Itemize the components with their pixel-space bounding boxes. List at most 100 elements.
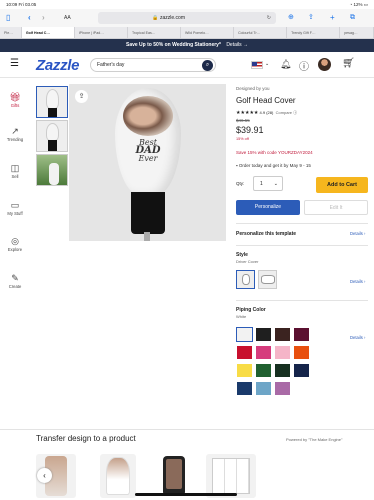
address-bar[interactable]: 🔒 zazzle.com ↻ (98, 12, 276, 24)
color-swatch[interactable] (255, 381, 272, 396)
promo-text: Save Up to 50% on Wedding Stationery* (125, 42, 221, 48)
carousel-prev-button[interactable]: ‹ (37, 468, 52, 483)
product-title: Golf Head Cover (236, 96, 296, 105)
bell-icon[interactable]: 🔔︎ (280, 59, 291, 70)
neck-sock (131, 192, 165, 234)
personalize-template-heading: Personalize this template (236, 231, 297, 237)
new-tab-icon[interactable]: + (330, 13, 335, 23)
product-main-image[interactable]: ⇪ Best DAD Ever (69, 84, 226, 241)
tab[interactable]: Ple… (0, 27, 22, 38)
tab-overview-icon[interactable]: ⧉ (350, 13, 355, 23)
search-icon[interactable]: ⌕ (202, 60, 213, 71)
powered-by: Powered by "The Make Engine" (286, 437, 343, 442)
share-icon[interactable]: ⇪ (308, 13, 314, 23)
thumbnail-side[interactable] (36, 120, 68, 152)
edit-button[interactable]: Edit It (304, 200, 368, 215)
tab[interactable]: Wild Pomelo… (181, 27, 235, 38)
truck-icon: ▪ (236, 163, 238, 168)
color-swatch[interactable] (293, 345, 310, 360)
color-swatch[interactable] (274, 327, 291, 342)
style-option-other[interactable] (258, 270, 277, 289)
shaft (144, 232, 150, 241)
sale-text: Save 15% with code YOURZDAY2024 (236, 150, 313, 155)
promo-details-link[interactable]: Details → (226, 42, 248, 48)
style-option-driver[interactable] (236, 270, 255, 289)
url-text: zazzle.com (160, 15, 186, 21)
divider (236, 223, 368, 224)
zazzle-logo[interactable]: Zazzle (36, 57, 80, 74)
color-swatch[interactable] (255, 345, 272, 360)
discount: 15% off (236, 137, 249, 141)
product-thumb-cards[interactable] (206, 454, 256, 498)
promo-banner[interactable]: Save Up to 50% on Wedding Stationery* De… (0, 39, 374, 52)
add-to-cart-button[interactable]: Add to Cart (316, 177, 368, 193)
tab[interactable]: iPhone | iPad… (75, 27, 128, 38)
rail-trending[interactable]: ↗ Trending (0, 126, 30, 142)
back-icon[interactable]: ‹ (28, 13, 31, 23)
create-icon: ✎ (11, 273, 19, 283)
product-thumb-phone[interactable] (160, 454, 188, 498)
delivery-note: ▪ Order today and get it by May 9 - 15 (236, 163, 311, 168)
browser-toolbar: ▯ ‹ › AA 🔒 zazzle.com ↻ ⊕ ⇪ + ⧉ (0, 9, 374, 27)
color-swatch[interactable] (255, 363, 272, 378)
color-swatch[interactable] (236, 327, 253, 342)
sidebar-icon[interactable]: ▯ (6, 13, 10, 23)
color-swatch[interactable] (293, 327, 310, 342)
old-price: $46.55 (236, 118, 250, 123)
ever-text: Ever (138, 154, 158, 163)
color-swatch[interactable] (236, 363, 253, 378)
qty-select[interactable]: 1 ⌄ (253, 176, 283, 191)
divider (236, 245, 368, 246)
tab[interactable]: Colourful Tr… (234, 27, 288, 38)
lock-icon: 🔒 (152, 15, 159, 21)
stars-icon: ★★★★★ (236, 110, 259, 116)
piping-color-label: Piping Color (236, 307, 266, 313)
battery-status: ◔ 12% ▭ (349, 2, 369, 7)
us-flag-icon[interactable] (251, 61, 263, 69)
designed-by: Designed by you (236, 86, 270, 91)
rating[interactable]: ★★★★★ 4.9 (28) Compare ⓘ (236, 110, 297, 116)
tab[interactable]: Trendy Gift F… (287, 27, 341, 38)
details-link[interactable]: Details › (350, 279, 365, 284)
share-icon[interactable]: ⇪ (75, 90, 88, 103)
rail-gifts[interactable]: 🎁︎ Gifts (0, 92, 30, 108)
color-swatch[interactable] (274, 381, 291, 396)
folder-icon: ▭ (10, 200, 20, 210)
sell-icon: ◫ (10, 163, 20, 173)
avatar[interactable] (318, 58, 331, 71)
details-link[interactable]: Details › (350, 335, 365, 340)
photo (123, 96, 173, 136)
download-icon[interactable]: ⊕ (288, 13, 294, 23)
thumbnail-front[interactable] (36, 86, 68, 118)
color-swatch[interactable] (274, 345, 291, 360)
piping-color-value: White (236, 314, 247, 319)
rail-my-stuff[interactable]: ▭ My Stuff (0, 200, 30, 216)
color-swatch[interactable] (255, 327, 272, 342)
color-swatch[interactable] (236, 345, 253, 360)
color-swatch[interactable] (236, 381, 253, 396)
rail-create[interactable]: ✎ Create (0, 273, 30, 289)
reload-icon[interactable]: ↻ (267, 12, 271, 24)
forward-icon[interactable]: › (42, 13, 45, 23)
home-indicator (135, 493, 237, 496)
rail-explore[interactable]: ◎ Explore (0, 236, 30, 252)
personalize-button[interactable]: Personalize (236, 200, 300, 215)
search-value: Father's day (97, 62, 125, 68)
menu-icon[interactable]: ☰ (10, 59, 19, 69)
cart-icon[interactable]: 🛒︎ (342, 58, 355, 69)
product-thumb-cover[interactable] (100, 454, 136, 498)
explore-icon: ◎ (11, 236, 19, 246)
tab[interactable]: Tropical Eas… (128, 27, 181, 38)
help-icon[interactable]: ⓘ (299, 58, 309, 73)
color-swatch[interactable] (293, 363, 310, 378)
rail-sell[interactable]: ◫ Sell (0, 163, 30, 179)
tab-active[interactable]: Golf Head C… (21, 27, 75, 38)
details-link[interactable]: Details › (350, 231, 365, 236)
gift-icon: 🎁︎ (9, 92, 21, 102)
thumbnail-lifestyle[interactable] (36, 154, 68, 186)
text-size-button[interactable]: AA (64, 13, 71, 23)
color-swatch[interactable] (274, 363, 291, 378)
search-input[interactable]: Father's day ⌕ (90, 58, 216, 72)
status-time: 10:09 Fri 03.05 (6, 2, 37, 7)
tab[interactable]: pesag… (340, 27, 374, 38)
